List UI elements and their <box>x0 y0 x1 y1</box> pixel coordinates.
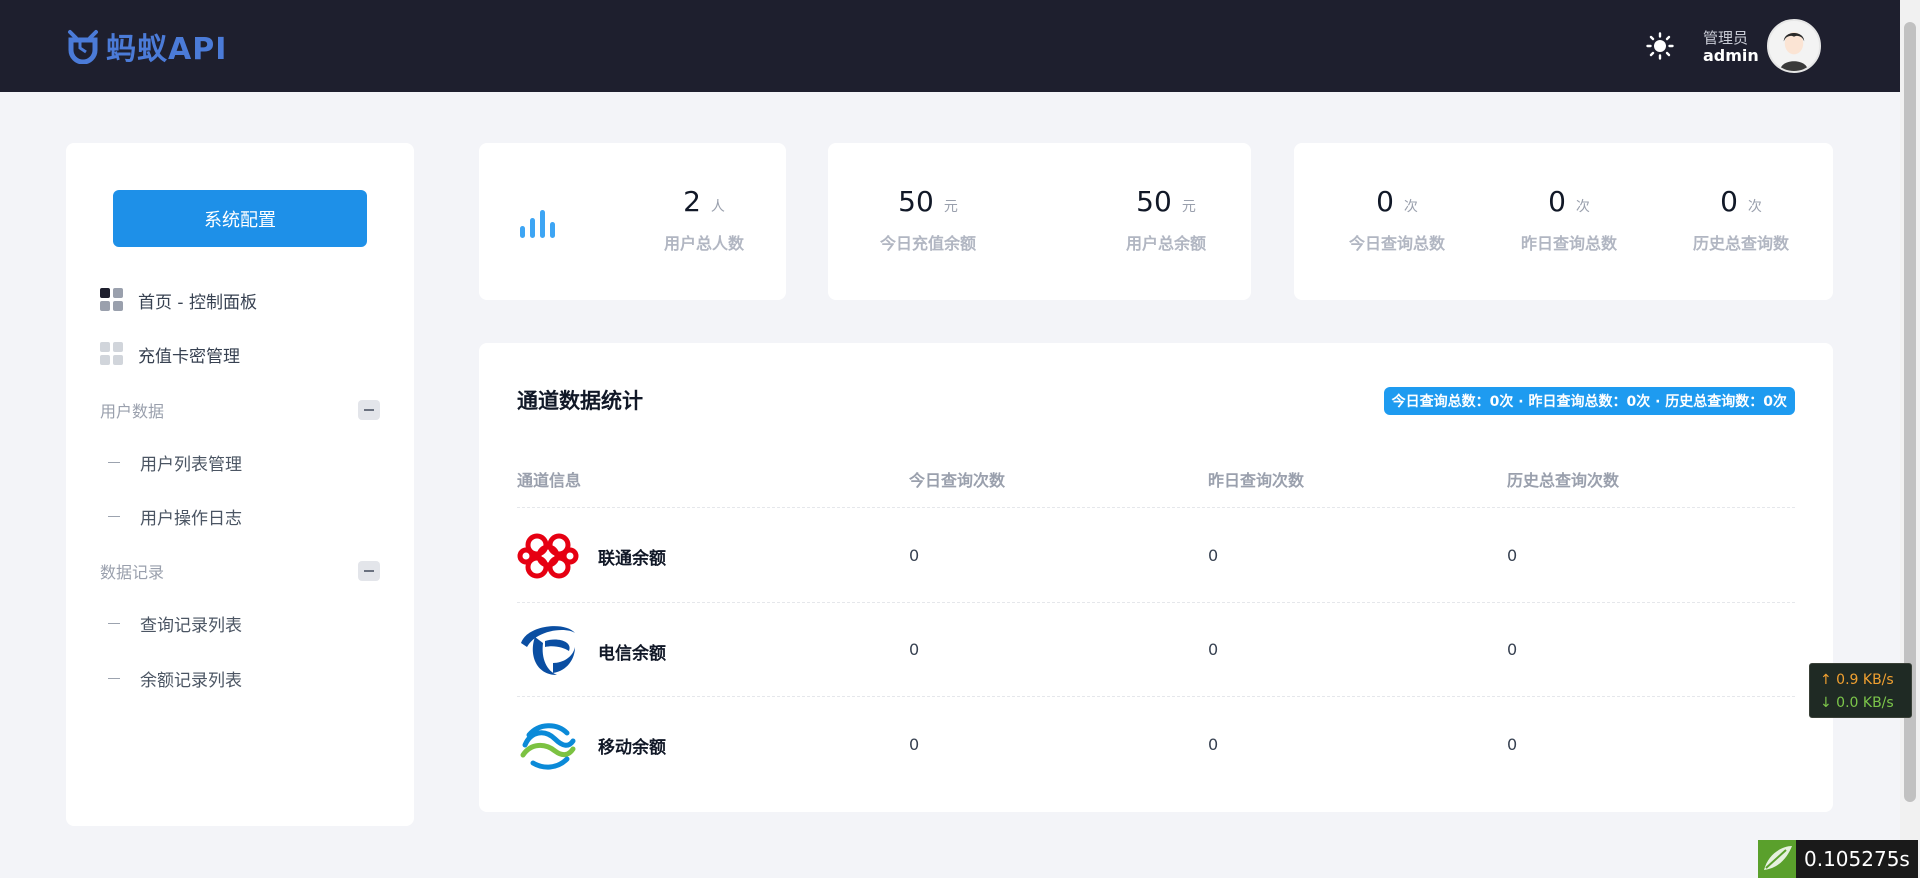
collapse-minus-icon[interactable] <box>358 561 380 581</box>
china-telecom-logo <box>521 626 575 675</box>
timer-value: 0.105275s <box>1796 840 1918 878</box>
table-cell-today: 0 <box>909 735 920 754</box>
sidebar-item-label: 用户列表管理 <box>140 455 242 475</box>
collapse-minus-icon[interactable] <box>358 400 380 420</box>
group-label: 数据记录 <box>100 563 165 582</box>
table-row-name: 移动余额 <box>598 738 666 758</box>
download-speed: ↓ 0.0 KB/s <box>1820 695 1894 711</box>
table-cell-yesterday: 0 <box>1208 735 1219 754</box>
stat-value: 0 <box>1376 185 1394 218</box>
sidebar-item-recharge-cards[interactable]: 充值卡密管理 <box>100 339 240 369</box>
sun-icon[interactable] <box>1646 32 1674 60</box>
user-role: 管理员 <box>1703 29 1749 47</box>
table-cell-yesterday: 0 <box>1208 640 1219 659</box>
dash-icon <box>108 677 120 680</box>
dash-icon <box>108 515 120 518</box>
stat-yesterday-queries: 0次 昨日查询总数 <box>1499 185 1639 254</box>
sidebar-item-label: 首页 - 控制面板 <box>138 292 257 313</box>
table-divider <box>517 696 1795 697</box>
china-unicom-logo <box>517 533 579 579</box>
sidebar-group-data-records[interactable]: 数据记录 <box>100 559 380 583</box>
stat-label: 昨日查询总数 <box>1520 234 1617 253</box>
network-speed-widget: ↑ 0.9 KB/s ↓ 0.0 KB/s <box>1809 663 1912 718</box>
stat-label: 用户总余额 <box>1125 234 1206 253</box>
china-mobile-logo <box>520 723 576 770</box>
dash-icon <box>108 461 120 464</box>
stat-unit: 元 <box>1181 199 1196 215</box>
stat-user-balance: 50 元 用户总余额 <box>1096 185 1236 254</box>
bar-chart-icon <box>520 210 555 238</box>
sidebar-item-balance-records[interactable]: 余额记录列表 <box>108 666 242 691</box>
table-divider <box>517 507 1795 508</box>
stat-value: 2 <box>683 185 701 218</box>
ant-logo-icon <box>68 30 98 64</box>
stat-history-queries: 0次 历史总查询数 <box>1671 185 1811 254</box>
stat-today-queries: 0次 今日查询总数 <box>1327 185 1467 254</box>
avatar-icon <box>1769 21 1819 71</box>
sidebar-group-user-data[interactable]: 用户数据 <box>100 398 380 422</box>
sidebar-item-label: 用户操作日志 <box>140 509 242 529</box>
page-scrollbar[interactable] <box>1900 0 1920 878</box>
column-header: 通道信息 <box>517 471 582 490</box>
table-divider <box>517 602 1795 603</box>
stat-value: 50 <box>898 185 934 218</box>
sidebar-item-label: 查询记录列表 <box>140 616 242 636</box>
stat-label: 今日充值余额 <box>879 234 976 253</box>
table-row-name: 电信余额 <box>598 644 666 664</box>
upload-speed: ↑ 0.9 KB/s <box>1820 672 1894 688</box>
stat-unit: 次 <box>1747 199 1762 215</box>
top-header: 蚂蚁API 管理员 admin <box>0 0 1900 92</box>
table-cell-history: 0 <box>1507 640 1518 659</box>
dash-icon <box>108 622 120 625</box>
system-config-button[interactable]: 系统配置 <box>113 190 367 247</box>
stat-unit: 元 <box>943 199 958 215</box>
table-cell-today: 0 <box>909 640 920 659</box>
sidebar: 系统配置 首页 - 控制面板 充值卡密管理 用户数据 用户列表管理 用户操作日志… <box>66 143 414 826</box>
dashboard-grid-icon <box>100 342 124 366</box>
table-cell-yesterday: 0 <box>1208 546 1219 565</box>
table-cell-history: 0 <box>1507 735 1518 754</box>
stat-card-queries: 0次 今日查询总数 0次 昨日查询总数 0次 历史总查询数 <box>1294 143 1833 300</box>
table-row-name: 联通余额 <box>598 549 666 569</box>
query-summary-badge: 今日查询总数：0次 · 昨日查询总数：0次 · 历史总查询数：0次 <box>1383 387 1795 415</box>
column-header: 历史总查询次数 <box>1507 471 1620 490</box>
sidebar-item-label: 充值卡密管理 <box>138 346 240 367</box>
group-label: 用户数据 <box>100 402 165 421</box>
table-cell-history: 0 <box>1507 546 1518 565</box>
page-timer-widget[interactable]: 0.105275s <box>1758 840 1918 878</box>
stat-value: 0 <box>1720 185 1738 218</box>
stat-unit: 人 <box>710 199 725 215</box>
user-avatar[interactable] <box>1767 19 1821 73</box>
stat-users: 2人 用户总人数 <box>634 185 774 254</box>
user-name: admin <box>1703 46 1759 65</box>
sidebar-item-query-records[interactable]: 查询记录列表 <box>108 611 242 636</box>
stat-value: 0 <box>1548 185 1566 218</box>
stat-label: 今日查询总数 <box>1348 234 1445 253</box>
stat-unit: 次 <box>1403 199 1418 215</box>
stat-card-balance: 50 元 今日充值余额 50 元 用户总余额 <box>828 143 1251 300</box>
timer-leaf-icon <box>1758 840 1796 878</box>
sidebar-item-label: 余额记录列表 <box>140 671 242 691</box>
sidebar-item-user-list[interactable]: 用户列表管理 <box>108 450 242 475</box>
stat-value: 50 <box>1136 185 1172 218</box>
dashboard-grid-icon <box>100 288 124 312</box>
sidebar-item-dashboard[interactable]: 首页 - 控制面板 <box>100 285 257 315</box>
site-logo[interactable]: 蚂蚁API <box>66 24 227 68</box>
channel-stats-card: 通道数据统计 今日查询总数：0次 · 昨日查询总数：0次 · 历史总查询数：0次… <box>479 343 1833 812</box>
stat-unit: 次 <box>1575 199 1590 215</box>
stat-today-recharge: 50 元 今日充值余额 <box>858 185 998 254</box>
stat-card-users: 2人 用户总人数 <box>479 143 786 300</box>
stat-label: 历史总查询数 <box>1692 234 1789 253</box>
table-cell-today: 0 <box>909 546 920 565</box>
logo-text: 蚂蚁API <box>106 32 228 67</box>
sidebar-item-user-logs[interactable]: 用户操作日志 <box>108 504 242 529</box>
column-header: 今日查询次数 <box>909 471 1006 490</box>
section-title: 通道数据统计 <box>517 389 643 413</box>
column-header: 昨日查询次数 <box>1208 471 1305 490</box>
stat-label: 用户总人数 <box>663 234 744 253</box>
